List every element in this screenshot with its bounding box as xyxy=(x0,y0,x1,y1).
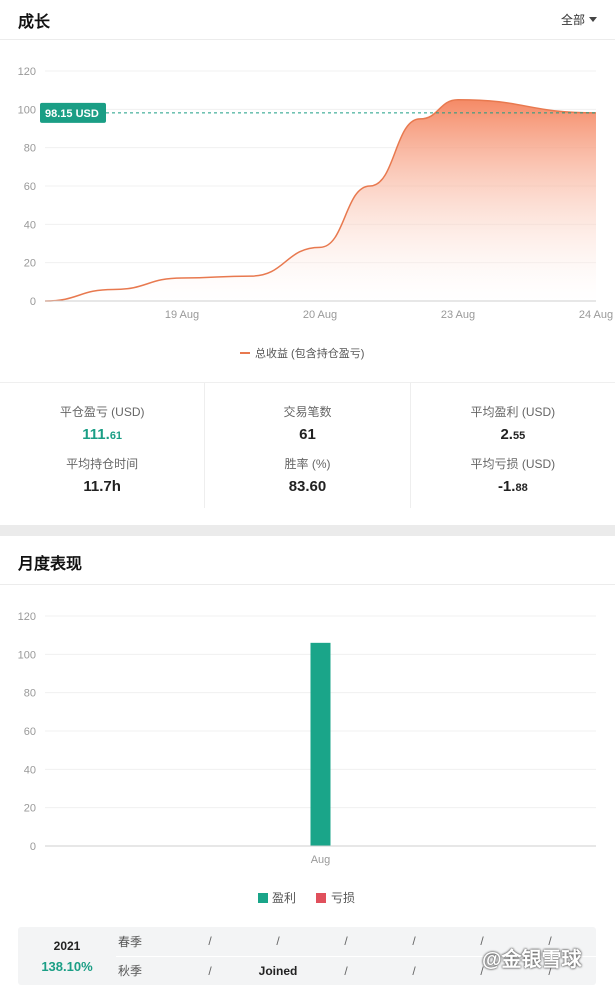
y-tick-label: 20 xyxy=(24,803,36,815)
season-cell: / xyxy=(208,934,212,949)
growth-legend: 总收益 (包含持仓盈亏) xyxy=(240,346,364,360)
monthly-section: 月度表现 xyxy=(0,540,615,585)
x-tick-label: 19 Aug xyxy=(165,309,199,321)
season-cell: / xyxy=(344,934,348,949)
year-label: 2021 xyxy=(53,938,81,953)
season-cell: / xyxy=(412,934,416,949)
y-tick-label: 40 xyxy=(24,764,36,776)
monthly-header: 月度表现 xyxy=(0,540,615,585)
current-value-label: 98.15 USD xyxy=(45,108,99,120)
year-summary: 2021 138.10% xyxy=(18,927,116,985)
y-tick-label: 0 xyxy=(30,841,36,853)
legend-profit-label: 盈利 xyxy=(272,891,296,905)
growth-title: 成长 xyxy=(18,13,51,31)
range-filter-dropdown[interactable]: 全部 xyxy=(561,11,597,28)
stat-avg-loss: 平均亏损 (USD) -1.88 xyxy=(470,455,555,507)
season-name: 春季 xyxy=(118,934,143,949)
stats-column-1: 平仓盈亏 (USD) 111.61 平均持仓时间 11.7h xyxy=(0,383,204,508)
monthly-chart: 0 20 40 60 80 100 120 Aug 盈利 亏损 xyxy=(18,611,596,905)
stat-avg-hold-time: 平均持仓时间 11.7h xyxy=(66,455,138,507)
legend-loss-label: 亏损 xyxy=(331,891,355,905)
stat-value: 111.61 xyxy=(82,426,123,443)
stats-column-2: 交易笔数 61 胜率 (%) 83.60 xyxy=(204,383,409,508)
season-cell: / xyxy=(208,963,212,978)
y-tick-label: 120 xyxy=(18,611,36,623)
y-tick-label: 120 xyxy=(18,66,36,78)
y-tick-label: 80 xyxy=(24,688,36,700)
season-cell: / xyxy=(344,963,348,978)
stat-value: 83.60 xyxy=(288,478,327,495)
stat-label: 平均持仓时间 xyxy=(66,457,139,471)
growth-area xyxy=(45,99,596,301)
stat-label: 平仓盈亏 (USD) xyxy=(59,405,145,419)
season-name: 秋季 xyxy=(118,964,143,979)
y-tick-label: 60 xyxy=(24,181,36,193)
stat-value: 11.7h xyxy=(83,478,121,495)
stat-label: 平均盈利 (USD) xyxy=(470,405,556,419)
y-tick-label: 100 xyxy=(18,649,36,661)
profit-bar xyxy=(310,642,331,846)
y-tick-label: 80 xyxy=(24,143,36,155)
current-value-badge: 98.15 USD xyxy=(40,102,106,123)
x-tick-label: 24 Aug xyxy=(579,309,613,321)
x-tick-label: Aug xyxy=(311,854,331,866)
stat-label: 胜率 (%) xyxy=(284,457,331,471)
range-filter-label: 全部 xyxy=(560,13,585,27)
caret-down-icon xyxy=(589,17,597,22)
watermark-text: @金银雪球 xyxy=(482,949,582,971)
x-tick-label: 23 Aug xyxy=(441,309,475,321)
y-tick-label: 0 xyxy=(30,296,36,308)
stat-avg-profit: 平均盈利 (USD) 2.55 xyxy=(470,403,555,455)
stat-trade-count: 交易笔数 61 xyxy=(283,403,331,455)
stats-panel: 平仓盈亏 (USD) 111.61 平均持仓时间 11.7h 交易笔数 61 胜… xyxy=(0,382,615,508)
stat-label: 平均亏损 (USD) xyxy=(470,457,556,471)
y-tick-label: 40 xyxy=(24,219,36,231)
growth-chart: 0 20 40 60 80 100 120 98.15 USD 19 Aug 20 Aug 23… xyxy=(18,66,613,360)
season-cell-joined: Joined xyxy=(258,963,298,978)
growth-header: 成长 全部 xyxy=(0,0,615,40)
monthly-title: 月度表现 xyxy=(18,556,83,573)
stat-value: 2.55 xyxy=(500,426,526,443)
year-return: 138.10% xyxy=(41,958,93,974)
y-tick-label: 20 xyxy=(24,258,36,270)
stat-win-rate: 胜率 (%) 83.60 xyxy=(284,455,330,507)
section-divider xyxy=(0,525,615,536)
stat-label: 交易笔数 xyxy=(283,405,332,419)
season-cell: / xyxy=(276,934,280,949)
legend-total-return: 总收益 (包含持仓盈亏) xyxy=(255,346,364,360)
stats-column-3: 平均盈利 (USD) 2.55 平均亏损 (USD) -1.88 xyxy=(409,383,615,508)
stat-closed-pnl: 平仓盈亏 (USD) 111.61 xyxy=(60,403,145,455)
season-cell: / xyxy=(412,963,416,978)
y-tick-label: 60 xyxy=(24,726,36,738)
x-tick-label: 20 Aug xyxy=(303,309,337,321)
legend-profit-swatch xyxy=(258,893,268,903)
y-tick-label: 100 xyxy=(18,104,36,116)
stat-value: -1.88 xyxy=(497,478,528,495)
legend-loss-swatch xyxy=(316,893,326,903)
monthly-legend: 盈利 亏损 xyxy=(258,891,355,905)
stat-value: 61 xyxy=(299,426,316,443)
